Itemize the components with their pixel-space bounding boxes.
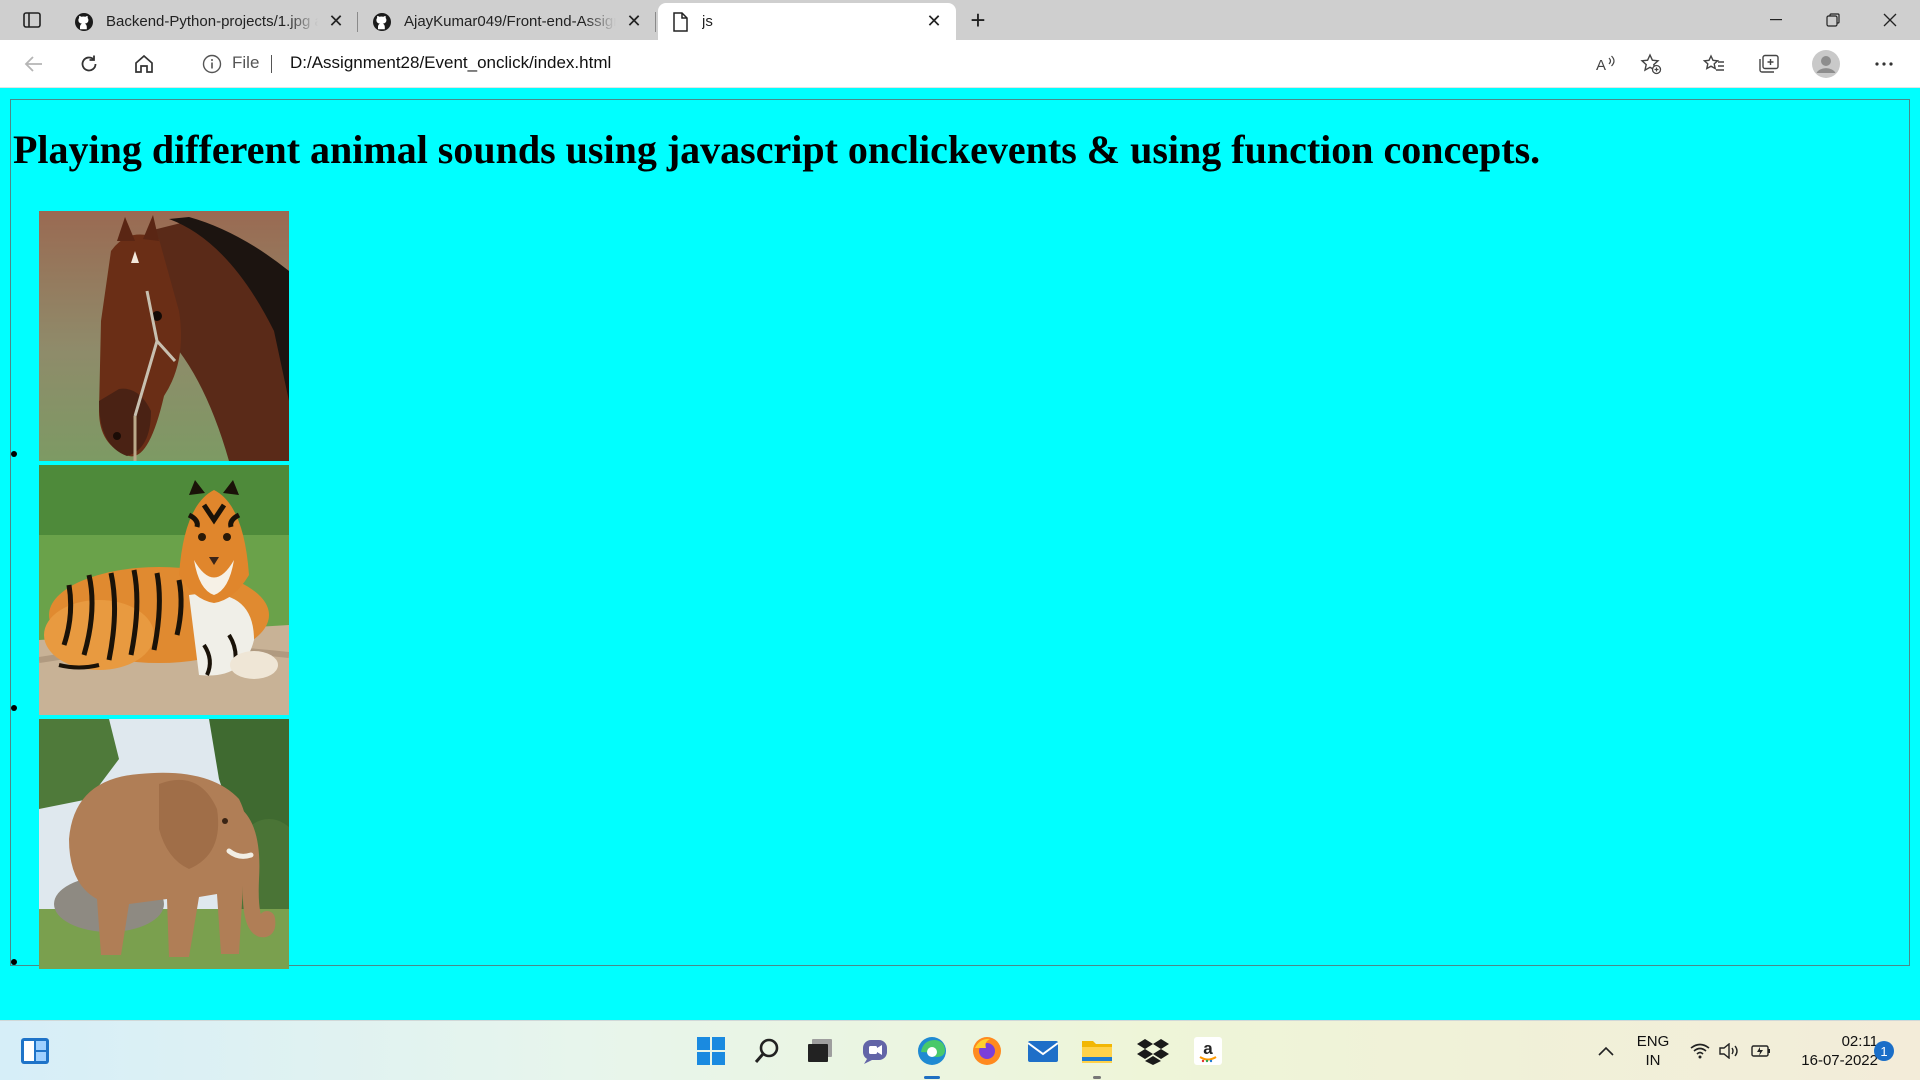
scheme-label: File (232, 53, 260, 72)
dropbox-icon[interactable] (1136, 1034, 1170, 1068)
restore-button[interactable] (1805, 0, 1861, 40)
edge-browser-icon[interactable] (915, 1034, 949, 1068)
teams-chat-icon[interactable] (859, 1034, 893, 1068)
horse-image[interactable] (39, 211, 289, 461)
new-tab-button[interactable]: + (963, 5, 993, 35)
tab-actions-icon[interactable] (14, 8, 50, 32)
volume-icon[interactable] (1717, 1034, 1743, 1068)
info-icon[interactable] (202, 54, 222, 74)
tab-label: Backend-Python-projects/1.jpg at main (106, 13, 318, 30)
clock[interactable]: 02:11 16-07-2022 (1782, 1032, 1878, 1070)
language-indicator[interactable]: ENG IN (1630, 1032, 1676, 1070)
taskbar: a ENG IN 02:11 16-07-2022 1 (0, 1020, 1920, 1080)
tab-front-end-assignments[interactable]: AjayKumar049/Front-end-Assignments ✕ (360, 3, 656, 40)
svg-text:a: a (1203, 1039, 1213, 1058)
widgets-icon[interactable] (18, 1034, 52, 1068)
browser-toolbar: File D:/Assignment28/Event_onclick/index… (0, 40, 1920, 88)
firefox-icon[interactable] (970, 1034, 1004, 1068)
home-button[interactable] (126, 48, 162, 80)
tab-strip: Backend-Python-projects/1.jpg at main ✕ … (0, 0, 1920, 40)
tab-js[interactable]: js ✕ (658, 3, 956, 40)
more-options-icon[interactable] (1866, 48, 1902, 80)
clock-date: 16-07-2022 (1801, 1052, 1878, 1069)
page-heading: Playing different animal sounds using ja… (13, 127, 1541, 172)
tiger-image[interactable] (39, 465, 289, 715)
chevron-up-icon[interactable] (1592, 1034, 1620, 1068)
refresh-button[interactable] (71, 48, 107, 80)
profile-avatar[interactable] (1808, 48, 1844, 80)
file-explorer-icon[interactable] (1080, 1034, 1114, 1068)
notification-badge[interactable]: 1 (1874, 1041, 1894, 1061)
amazon-icon[interactable]: a (1191, 1034, 1225, 1068)
back-button[interactable] (16, 48, 52, 80)
list-bullet (11, 451, 17, 457)
close-tab-icon[interactable]: ✕ (924, 11, 944, 32)
battery-icon[interactable] (1747, 1034, 1773, 1068)
svg-text:A: A (1596, 57, 1606, 74)
task-view-icon[interactable] (803, 1034, 837, 1068)
start-icon[interactable] (694, 1034, 728, 1068)
collections-icon[interactable] (1751, 48, 1787, 80)
address-bar[interactable]: File D:/Assignment28/Event_onclick/index… (182, 46, 1704, 82)
page-content: Playing different animal sounds using ja… (0, 89, 1920, 1019)
address-url[interactable]: D:/Assignment28/Event_onclick/index.html (290, 53, 611, 73)
list-bullet (11, 959, 17, 965)
file-icon (670, 11, 690, 32)
add-favorite-icon[interactable] (1633, 48, 1669, 80)
close-window-button[interactable] (1862, 0, 1918, 40)
read-aloud-icon[interactable]: A (1588, 48, 1624, 80)
running-app-indicator (1093, 1076, 1101, 1079)
region-code: IN (1645, 1052, 1661, 1069)
wifi-icon[interactable] (1687, 1034, 1713, 1068)
github-icon (372, 12, 392, 32)
clock-time: 02:11 (1841, 1033, 1878, 1050)
tab-backend-python[interactable]: Backend-Python-projects/1.jpg at main ✕ (62, 3, 358, 40)
tab-label: AjayKumar049/Front-end-Assignments (404, 13, 616, 30)
search-icon[interactable] (750, 1034, 784, 1068)
language-code: ENG (1636, 1033, 1670, 1050)
active-app-indicator (924, 1076, 940, 1079)
address-separator (271, 55, 272, 73)
close-tab-icon[interactable]: ✕ (326, 11, 346, 32)
github-icon (74, 12, 94, 32)
close-tab-icon[interactable]: ✕ (624, 11, 644, 32)
mail-icon[interactable] (1026, 1034, 1060, 1068)
tab-label: js (702, 13, 713, 30)
elephant-image[interactable] (39, 719, 289, 969)
list-bullet (11, 705, 17, 711)
minimize-button[interactable] (1748, 0, 1804, 40)
content-container: Playing different animal sounds using ja… (10, 99, 1910, 969)
favorites-icon[interactable] (1696, 48, 1732, 80)
